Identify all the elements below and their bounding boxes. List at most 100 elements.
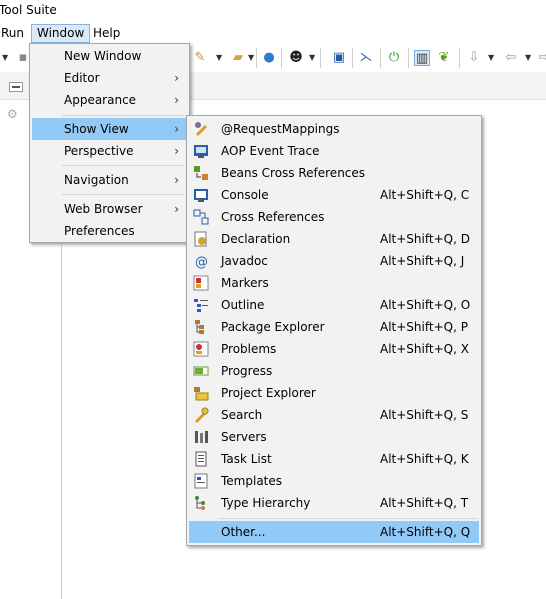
view-item-problems[interactable]: Problems Alt+Shift+Q, X [189,338,479,360]
split-icon[interactable]: ▥ [414,50,430,66]
view-item-other[interactable]: Other... Alt+Shift+Q, Q [189,521,479,543]
view-item-label: Progress [221,364,273,378]
dropdown-arrow-icon[interactable]: ▼ [309,53,315,62]
svg-text:@: @ [195,255,208,269]
view-item-label: Other... [221,525,266,539]
view-item-label: Javadoc [221,254,268,268]
show-view-menu: @RequestMappings AOP Event Trace Beans C… [186,115,482,546]
power-icon[interactable]: ⏻ [386,50,402,66]
dropdown-arrow-icon[interactable]: ▼ [248,53,254,62]
monitor-icon[interactable]: ▣ [331,50,347,66]
folder-icon[interactable]: ▰ [230,50,246,66]
debug-icon[interactable]: ⋋ [358,50,374,66]
beans-crossref-icon [194,166,208,180]
menu-bar: Run Window Help [0,22,546,44]
view-item-progress[interactable]: Progress [189,360,479,382]
view-item-label: Project Explorer [221,386,316,400]
dropdown-arrow-icon[interactable]: ▼ [2,53,8,62]
view-item-label: Outline [221,298,265,312]
view-item-shortcut: Alt+Shift+Q, X [380,342,469,356]
menu-item-editor[interactable]: Editor › [32,67,187,89]
toolbar-separator [256,48,257,68]
dropdown-arrow-icon[interactable]: ▼ [488,53,494,62]
menu-item-show-view[interactable]: Show View › [32,118,187,140]
menu-item-web-browser[interactable]: Web Browser › [32,198,187,220]
view-item-type-hierarchy[interactable]: Type Hierarchy Alt+Shift+Q, T [189,492,479,514]
menu-run[interactable]: Run [0,24,29,43]
view-item-shortcut: Alt+Shift+Q, S [380,408,469,422]
view-item-outline[interactable]: Outline Alt+Shift+Q, O [189,294,479,316]
view-item-shortcut: Alt+Shift+Q, C [380,188,470,202]
project-explorer-icon [194,387,209,401]
menu-item-appearance[interactable]: Appearance › [32,89,187,111]
view-item-servers[interactable]: Servers [189,426,479,448]
pencil-icon[interactable]: ✎ [192,50,208,66]
globe-icon[interactable]: ● [261,50,277,66]
view-item-label: Search [221,408,263,422]
toolbar-separator [408,48,409,68]
submenu-arrow-icon: › [174,93,179,107]
view-item-label: Problems [221,342,277,356]
markers-icon [193,275,209,291]
download-icon[interactable]: ⇩ [466,50,482,66]
view-item-shortcut: Alt+Shift+Q, T [380,496,469,510]
menu-item-preferences[interactable]: Preferences [32,220,187,242]
view-item-console[interactable]: Console Alt+Shift+Q, C [189,184,479,206]
view-item-shortcut: Alt+Shift+Q, O [380,298,471,312]
menu-separator [62,194,184,195]
view-item-package-explorer[interactable]: Package Explorer Alt+Shift+Q, P [189,316,479,338]
view-item-shortcut: Alt+Shift+Q, J [380,254,465,268]
view-item-label: Templates [221,474,283,488]
declaration-icon [194,231,207,247]
view-item-shortcut: Alt+Shift+Q, Q [380,525,471,539]
submenu-arrow-icon: › [174,122,179,136]
view-item-label: Markers [221,276,269,290]
menu-separator [62,115,184,116]
view-item-cross-references[interactable]: Cross References [189,206,479,228]
nav-icon[interactable]: ⇦ [503,50,519,66]
templates-icon [194,473,208,489]
window-menu: New Window Editor › Appearance › Show Vi… [29,43,190,243]
view-item-label: Declaration [221,232,291,246]
view-item-label: AOP Event Trace [221,144,320,158]
person-icon[interactable]: ☻ [288,50,304,66]
view-item-project-explorer[interactable]: Project Explorer [189,382,479,404]
menu-window[interactable]: Window [31,24,91,43]
view-item-javadoc[interactable]: @ Javadoc Alt+Shift+Q, J [189,250,479,272]
spring-icon[interactable]: ❦ [436,50,452,66]
menu-item-label: New Window [64,49,142,63]
view-item-beans-cross-references[interactable]: Beans Cross References [189,162,479,184]
arrow-icon[interactable]: ⇨ [536,50,546,66]
window-title: Tool Suite [0,3,57,17]
view-item-declaration[interactable]: Declaration Alt+Shift+Q, D [189,228,479,250]
menu-separator [62,165,184,166]
view-item-search[interactable]: Search Alt+Shift+Q, S [189,404,479,426]
problems-icon [193,341,209,357]
menu-item-navigation[interactable]: Navigation › [32,169,187,191]
view-item-task-list[interactable]: Task List Alt+Shift+Q, K [189,448,479,470]
view-item-label: Type Hierarchy [221,496,311,510]
view-item-request-mappings[interactable]: @RequestMappings [189,118,479,140]
menu-help[interactable]: Help [88,24,125,43]
aop-trace-icon [194,145,208,158]
menu-item-perspective[interactable]: Perspective › [32,140,187,162]
request-mappings-icon [195,122,207,136]
menu-item-new-window[interactable]: New Window [32,45,187,67]
view-item-markers[interactable]: Markers [189,272,479,294]
menu-item-label: Navigation [64,173,129,187]
view-item-templates[interactable]: Templates [189,470,479,492]
submenu-arrow-icon: › [174,173,179,187]
menu-item-label: Web Browser [64,202,143,216]
view-item-aop-event-trace[interactable]: AOP Event Trace [189,140,479,162]
minimize-icon[interactable] [9,82,23,92]
servers-icon [195,431,208,443]
view-item-shortcut: Alt+Shift+Q, K [380,452,469,466]
dropdown-arrow-icon[interactable]: ▼ [216,53,222,62]
cross-references-icon [193,209,209,225]
toolbar-separator [281,48,282,68]
view-item-label: @RequestMappings [221,122,340,136]
dropdown-arrow-icon[interactable]: ▼ [525,53,531,62]
ide-window: Tool Suite Run Window Help ▼ ▪ ✎ ▼ ▰ ▼ ●… [0,0,546,599]
menu-item-label: Appearance [64,93,137,107]
toolbar-separator [320,48,321,68]
